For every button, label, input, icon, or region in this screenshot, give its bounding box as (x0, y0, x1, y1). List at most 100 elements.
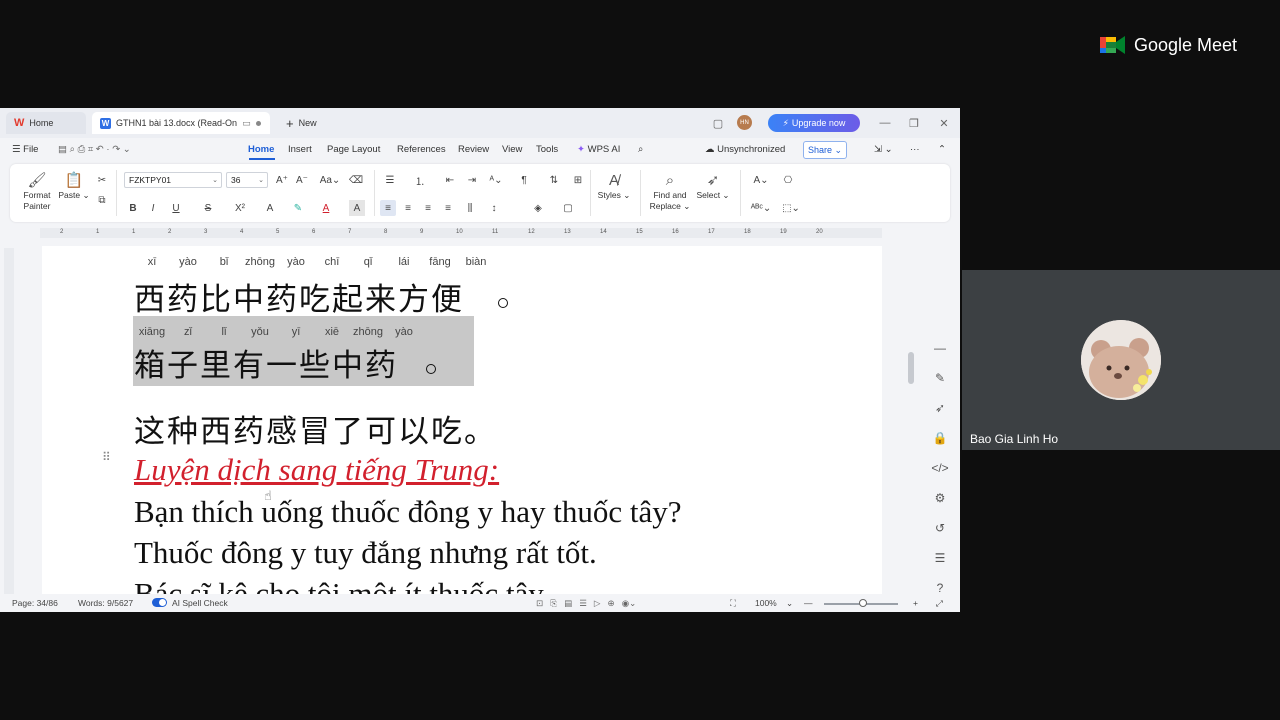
text-effect-icon[interactable]: A (262, 200, 278, 216)
align-center-icon[interactable]: ≡ (400, 200, 416, 216)
pinyin-annotation: fāng (429, 256, 451, 268)
collapse-ribbon-icon[interactable]: ⇲ ⌄ (874, 144, 893, 155)
pinyin-annotation: zhōng (353, 326, 383, 338)
font-color-icon[interactable]: A (318, 200, 334, 216)
shading-icon[interactable]: ◈ (530, 200, 546, 216)
styles-button[interactable]: A̸ Styles ⌄ (596, 172, 632, 201)
grow-font-icon[interactable]: A⁺ (274, 172, 290, 188)
change-case-icon[interactable]: Aa⌄ (318, 172, 342, 188)
italic-icon[interactable]: I (145, 200, 161, 216)
fit-page-icon[interactable]: ⛶ (730, 598, 736, 609)
menu-tools[interactable]: Tools (536, 144, 558, 155)
find-replace-button[interactable]: ⌕ Find and Replace ⌄ (648, 172, 692, 212)
align-left-icon[interactable]: ≡ (380, 200, 396, 216)
account-avatar[interactable]: HN (737, 115, 752, 130)
translate-icon[interactable]: ⎔ (780, 172, 796, 188)
quick-access-icons[interactable]: ▤ ⌕ ⎙ ⌗ ↶ · ↷ ⌄ (58, 144, 131, 155)
view-mode-icons[interactable]: ⊡ ⎘ ▤ ☰ ▷ ⊕ ◉⌄ (536, 598, 636, 609)
increase-indent-icon[interactable]: ⇥ (464, 172, 480, 188)
menu-insert[interactable]: Insert (288, 144, 312, 155)
ruler-tick: 2 (168, 229, 172, 235)
close-icon[interactable]: ✕ (935, 114, 953, 132)
justify-icon[interactable]: ≡ (440, 200, 456, 216)
vertical-scrollbar[interactable] (908, 352, 914, 384)
menu-wps-ai[interactable]: ✦ WPS AI (577, 144, 620, 155)
document-page[interactable]: 西药比中药吃起来方便 箱子里有一些中药 这种西药感冒了可以吃。 Luyện dị… (42, 246, 882, 594)
underline-icon[interactable]: U (168, 200, 184, 216)
paste-label: Paste (58, 190, 81, 200)
numbering-icon[interactable]: ⒈ (412, 172, 428, 188)
bullets-icon[interactable]: ☰ (382, 172, 398, 188)
shrink-font-icon[interactable]: A⁻ (294, 172, 310, 188)
select-button[interactable]: ➶ Select ⌄ (696, 172, 730, 201)
horizontal-ruler[interactable]: 2 1 1 2 3 4 5 6 7 8 9 10 11 12 13 14 15 16 17 18 19 20 (40, 228, 882, 238)
table-border-icon[interactable]: ⊞ (570, 172, 586, 188)
unsaved-dot-icon[interactable] (255, 120, 261, 126)
bold-icon[interactable]: B (125, 200, 141, 216)
cursor-mode-icon[interactable]: ⬚⌄ (780, 200, 802, 216)
menu-view[interactable]: View (502, 144, 522, 155)
line-spacing-icon[interactable]: ↕ (486, 200, 502, 216)
spell-check-toggle[interactable] (152, 598, 167, 607)
plus-icon: + (286, 115, 294, 131)
zoom-in-icon[interactable]: + (913, 598, 918, 608)
highlight-icon[interactable]: ✎ (290, 200, 306, 216)
page-count[interactable]: Page: 34/86 (12, 598, 58, 608)
clear-format-icon[interactable]: ⌫ (348, 172, 364, 188)
chevron-up-icon[interactable]: ⌃ (938, 144, 946, 155)
decrease-indent-icon[interactable]: ⇤ (442, 172, 458, 188)
ruler-tick: 18 (744, 229, 751, 235)
menu-page-layout[interactable]: Page Layout (327, 144, 380, 155)
borders-icon[interactable]: ▢ (560, 200, 576, 216)
cursor-select-icon[interactable]: ➶ (932, 400, 948, 416)
separator (590, 170, 591, 216)
format-painter-button[interactable]: 🖌 Format Painter (20, 172, 54, 212)
window-switch-icon[interactable]: ▢ (709, 114, 727, 132)
menu-file[interactable]: ☰ File (12, 144, 38, 155)
share-button[interactable]: Share ⌄ (803, 141, 847, 159)
text-direction-icon[interactable]: ᴬ⌄ (488, 172, 504, 188)
strikethrough-icon[interactable]: S (200, 200, 216, 216)
cut-icon[interactable]: ✂ (94, 172, 110, 188)
distributed-icon[interactable]: ⫼ (462, 200, 478, 216)
drag-handle-icon[interactable]: ⠿ (102, 450, 111, 464)
pen-icon[interactable]: ✎ (932, 370, 948, 386)
spell-icon[interactable]: ᴬᴮᶜ⌄ (750, 200, 772, 216)
char-shading-icon[interactable]: A (349, 200, 365, 216)
paste-button[interactable]: 📋 Paste ⌄ (58, 172, 90, 201)
ruler-tick: 8 (384, 229, 388, 235)
code-icon[interactable]: </> (931, 460, 948, 476)
sync-status[interactable]: ☁ Unsynchronized (705, 144, 785, 155)
lock-icon[interactable]: 🔒 (932, 430, 948, 446)
tab-home[interactable]: W Home (6, 112, 86, 134)
paragraph-mark-icon[interactable]: ¶ (516, 172, 532, 188)
font-size-select[interactable]: 36 ⌄ (226, 172, 268, 188)
layers-icon[interactable]: ☰ (932, 550, 948, 566)
menu-home[interactable]: Home (248, 144, 274, 155)
word-count[interactable]: Words: 9/5627 (78, 598, 133, 608)
align-right-icon[interactable]: ≡ (420, 200, 436, 216)
upgrade-button[interactable]: ⚡ Upgrade now (768, 114, 860, 132)
text-box-icon[interactable]: A⌄ (750, 172, 772, 188)
zoom-dropdown-icon[interactable]: ⌄ (786, 598, 793, 609)
menu-references[interactable]: References (397, 144, 446, 155)
zoom-slider-handle[interactable] (859, 599, 867, 607)
fullscreen-icon[interactable]: ⤢ (936, 598, 943, 609)
font-name-select[interactable]: FZKTPY01 ⌄ (124, 172, 222, 188)
minimize-icon[interactable]: — (876, 114, 894, 132)
adjust-icon[interactable]: ⚙ (932, 490, 948, 506)
minus-icon[interactable]: — (932, 340, 948, 356)
participant-tile[interactable]: Bao Gia Linh Ho (962, 270, 1280, 450)
maximize-icon[interactable]: ❐ (905, 114, 923, 132)
tab-new[interactable]: + New (278, 112, 338, 134)
zoom-level[interactable]: 100% (755, 598, 777, 608)
copy-icon[interactable]: ⧉ (94, 192, 110, 208)
history-icon[interactable]: ↺ (932, 520, 948, 536)
search-icon[interactable]: ⌕ (638, 144, 643, 155)
menu-review[interactable]: Review (458, 144, 489, 155)
zoom-out-icon[interactable]: — (804, 598, 813, 608)
sort-icon[interactable]: ⇅ (546, 172, 562, 188)
tab-document[interactable]: W GTHN1 bài 13.docx (Read-On ▭ (92, 112, 270, 134)
more-icon[interactable]: ··· (910, 144, 920, 155)
superscript-icon[interactable]: X² (232, 200, 248, 216)
